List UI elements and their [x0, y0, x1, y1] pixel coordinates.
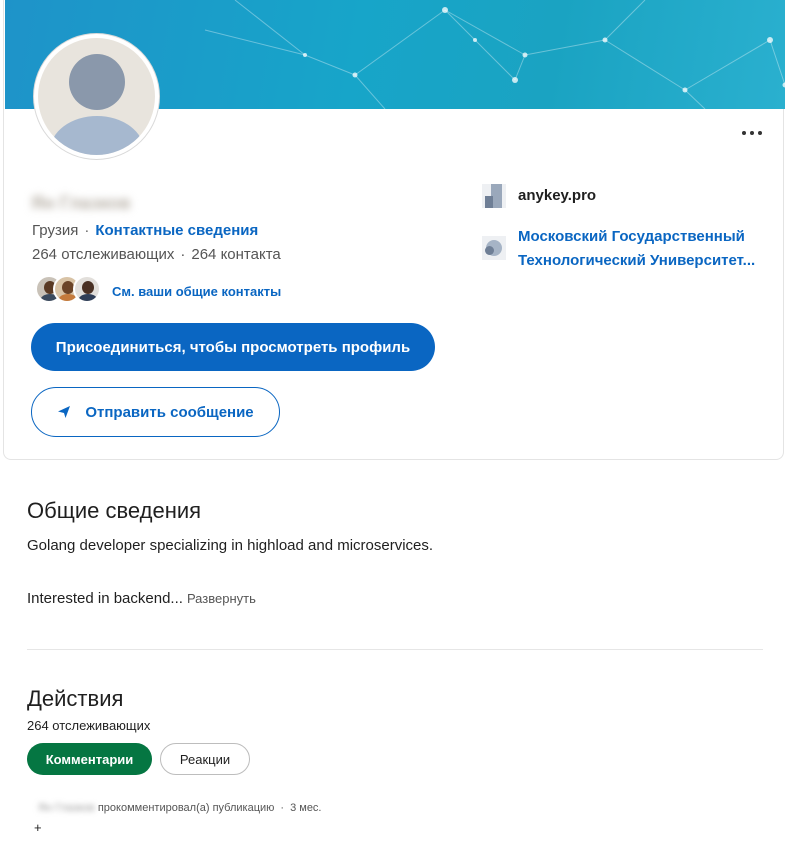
company-logo-icon — [482, 184, 506, 208]
about-line-1: Golang developer specializing in highloa… — [27, 537, 434, 554]
about-title: Общие сведения — [27, 498, 202, 523]
activity-actor: Ян Глазков — [38, 802, 95, 814]
send-icon — [58, 406, 71, 418]
send-message-button[interactable]: Отправить сообщение — [31, 387, 280, 437]
company-name: anykey.pro — [518, 187, 597, 204]
tab-reactions[interactable]: Реакции — [160, 743, 250, 775]
more-icon — [740, 131, 764, 135]
shared-connections-avatars[interactable] — [35, 275, 105, 305]
education-name: Московский Государственный Технологическ… — [518, 228, 756, 269]
join-to-view-profile-button[interactable]: Присоединиться, чтобы просмотреть профил… — [31, 323, 435, 371]
activity-action: прокомментировал(а) публикацию — [97, 802, 275, 814]
tab-comments[interactable]: Комментарии — [27, 743, 152, 775]
section-divider — [27, 649, 763, 650]
education-item[interactable]: Московский Государственный Технологическ… — [482, 225, 768, 273]
followers-count: 264 отслеживающих — [32, 246, 175, 263]
activity-time: 3 мес. — [290, 802, 322, 814]
profile-card: Ян Глазков Грузия · Контактные сведения 26… — [3, 0, 785, 460]
connections-count: 264 контакта — [191, 246, 281, 263]
more-options-button[interactable] — [737, 123, 767, 143]
about-line-2: Interested in backend... Развернуть — [27, 590, 256, 607]
activity-item[interactable]: Ян Глазков прокомментировал(а) публикаци… — [38, 802, 322, 814]
location-text: Грузия — [32, 222, 79, 239]
company-item[interactable]: anykey.pro — [482, 184, 596, 208]
university-logo-icon — [482, 236, 506, 260]
plus-icon: + — [34, 820, 42, 835]
avatar[interactable] — [34, 34, 159, 159]
activity-title: Действия — [27, 686, 124, 711]
contact-info-link[interactable]: Контактные сведения — [95, 222, 258, 239]
activity-followers: 264 отслеживающих — [27, 718, 151, 733]
shared-connections-link[interactable]: См. ваши общие контакты — [112, 284, 281, 299]
about-line-2-text: Interested in backend... — [27, 590, 183, 607]
stats-line: 264 отслеживающих · 264 контакта — [32, 246, 281, 263]
avatar — [73, 275, 101, 303]
profile-name: Ян Глазков — [31, 193, 131, 213]
avatar-placeholder-icon — [38, 38, 155, 155]
profile-page: Ян Глазков Грузия · Контактные сведения 26… — [0, 0, 785, 851]
location-line: Грузия · Контактные сведения — [32, 222, 259, 239]
send-message-label: Отправить сообщение — [85, 403, 254, 421]
expand-button[interactable]: Развернуть — [187, 591, 256, 606]
